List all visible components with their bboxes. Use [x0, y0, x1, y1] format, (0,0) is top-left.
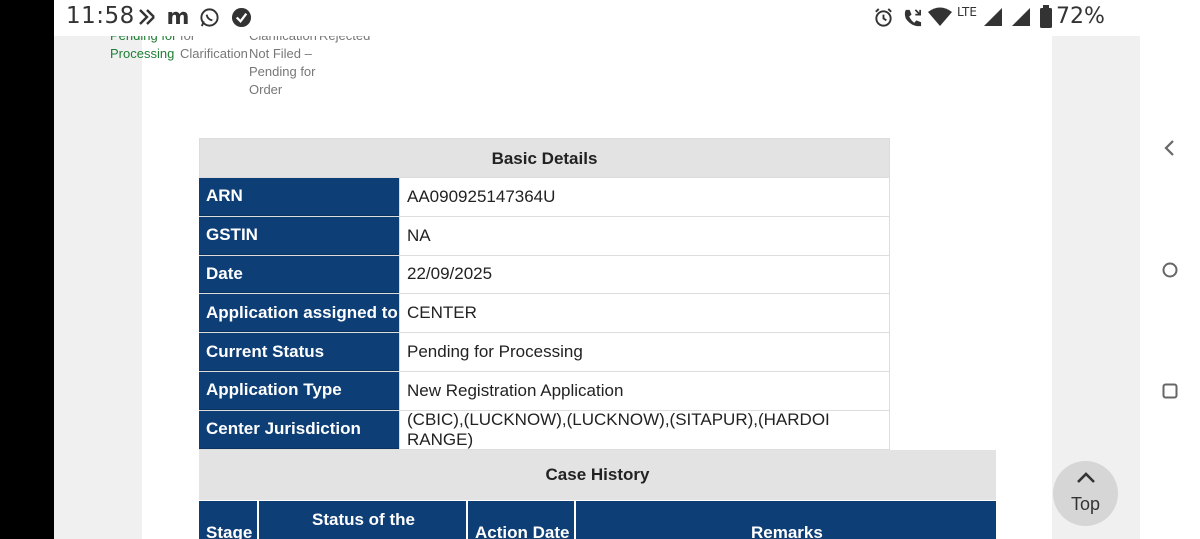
column-header-stage: Stage	[199, 501, 259, 539]
row-label-application-type: Application Type	[199, 371, 399, 410]
table-row: Center Jurisdiction (CBIC),(LUCKNOW),(LU…	[199, 410, 890, 450]
basic-details-table: Basic Details ARN AA090925147364U GSTIN …	[199, 138, 890, 450]
step-label-line: Not Filed –	[249, 46, 312, 61]
row-label-date: Date	[199, 255, 399, 294]
basic-details-title: Basic Details	[199, 138, 890, 178]
table-row: ARN AA090925147364U	[199, 178, 890, 217]
battery-icon	[1038, 5, 1054, 28]
table-row: Application assigned to CENTER	[199, 294, 890, 334]
network-type: LTE	[957, 5, 977, 19]
scroll-top-label: Top	[1070, 494, 1101, 514]
row-label-current-status: Current Status	[199, 333, 399, 371]
step-clarification: for Clarification	[180, 36, 248, 63]
status-time: 11:58	[66, 3, 135, 29]
home-button[interactable]	[1160, 260, 1180, 280]
row-label-arn: ARN	[199, 178, 399, 216]
column-header-label: Stage	[206, 523, 253, 539]
column-header-label: Action Date	[475, 523, 570, 539]
column-header-status: Status of the	[259, 501, 468, 539]
alarm-icon	[872, 6, 894, 28]
app-notification-icon	[136, 6, 158, 28]
row-value-date: 22/09/2025	[399, 255, 890, 294]
step-label-line: Clarification	[180, 46, 248, 61]
step-clarification-not-filed: Clarification Not Filed – Pending for Or…	[249, 36, 317, 99]
signal-icon-2	[1010, 6, 1032, 28]
system-nav-bar	[1140, 0, 1200, 539]
browser-notification-icon	[230, 6, 252, 28]
case-history-title: Case History	[199, 450, 996, 500]
case-history-header: Stage Status of the Action Date Remarks	[199, 501, 996, 539]
row-label-assigned-to: Application assigned to	[199, 294, 399, 333]
signal-icon-1	[982, 6, 1004, 28]
row-value-center-jurisdiction: (CBIC),(LUCKNOW),(LUCKNOW),(SITAPUR),(HA…	[399, 410, 890, 449]
step-label-line: Processing	[110, 46, 175, 61]
step-label-line: Clarification	[249, 36, 317, 45]
step-rejected: Rejected	[319, 36, 370, 45]
table-row: GSTIN NA	[199, 216, 890, 256]
page-content: Pending for Processing for Clarification…	[110, 36, 1052, 539]
battery-percent: 72%	[1056, 4, 1105, 29]
row-value-current-status: Pending for Processing	[399, 333, 890, 371]
row-value-arn: AA090925147364U	[399, 178, 890, 216]
step-label-line: Order	[249, 82, 283, 97]
table-row: Application Type New Registration Applic…	[199, 371, 890, 411]
column-header-remarks: Remarks	[576, 501, 996, 539]
row-label-gstin: GSTIN	[199, 216, 399, 255]
row-value-application-type: New Registration Application	[399, 371, 890, 410]
whatsapp-icon	[198, 6, 220, 28]
status-bar: 11:58 m LTE 72%	[54, 0, 1140, 36]
back-button[interactable]	[1158, 136, 1182, 160]
row-value-assigned-to: CENTER	[399, 294, 890, 333]
row-label-center-jurisdiction: Center Jurisdiction	[199, 410, 399, 449]
web-page: Pending for Processing for Clarification…	[54, 36, 1140, 539]
step-label-line: Pending for	[110, 36, 177, 45]
row-value-gstin: NA	[399, 216, 890, 255]
table-row: Date 22/09/2025	[199, 255, 890, 295]
step-label-line: Pending for	[249, 64, 316, 79]
table-row: Current Status Pending for Processing	[199, 333, 890, 372]
scroll-top-button[interactable]: Top	[1053, 461, 1118, 526]
column-header-action-date: Action Date	[468, 501, 576, 539]
chevron-up-icon	[1053, 467, 1118, 490]
recents-button[interactable]	[1161, 382, 1179, 400]
call-icon	[901, 6, 923, 28]
step-pending-processing: Pending for Processing	[110, 36, 177, 63]
column-header-label: Status of the	[312, 510, 415, 529]
wifi-icon	[927, 6, 953, 28]
column-header-label: Remarks	[751, 523, 823, 539]
m-app-icon: m	[166, 4, 190, 30]
step-label-line: Rejected	[319, 36, 370, 45]
step-label-line: for	[180, 36, 248, 45]
